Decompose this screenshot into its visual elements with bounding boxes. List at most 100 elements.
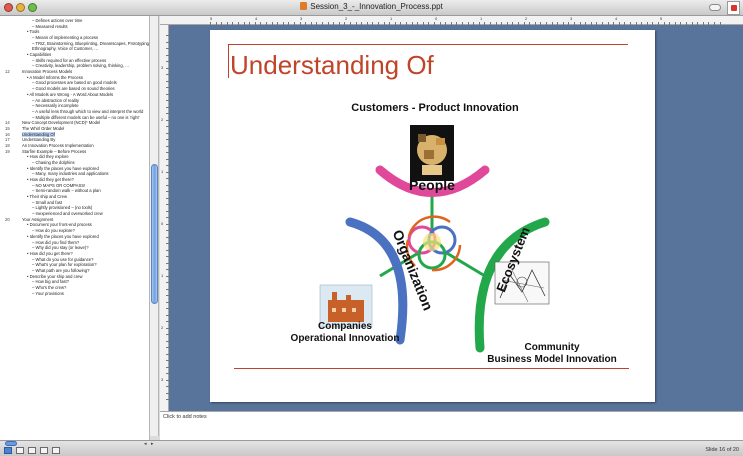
ruler-number: 3 <box>300 16 303 21</box>
outline-bullet[interactable]: – Semi-random walk – without a plan <box>32 188 101 193</box>
outline-bullet[interactable]: – Good processes are based on good model… <box>32 80 117 85</box>
outline-bullet[interactable]: • Tools <box>27 29 39 34</box>
scroll-left-arrow-icon[interactable]: ◂ <box>144 441 147 447</box>
outline-bullet[interactable]: • Their ship and Crew <box>27 194 67 199</box>
slide-canvas[interactable]: Understanding Of Customers - Product Inn… <box>210 30 655 402</box>
outline-slide-title[interactable]: New Concept Development (NCD)* Model <box>22 120 100 125</box>
outline-view-button[interactable] <box>16 447 24 454</box>
normal-view-button[interactable] <box>4 447 12 454</box>
ruler-tick <box>691 22 693 25</box>
outline-bullet[interactable]: – NO MAPS OR COMPASS! <box>32 183 85 188</box>
outline-bullet[interactable]: • How did they get there? <box>27 177 74 182</box>
outline-bullet[interactable]: – Chasing the dolphins <box>32 160 75 165</box>
ruler-tick <box>613 22 615 25</box>
outline-slide-title[interactable]: Understanding Of <box>22 131 55 137</box>
outline-bullet[interactable]: Ethnography, Voice of Customer, … <box>32 46 98 51</box>
ruler-number: 0 <box>435 16 438 21</box>
outline-slide-title[interactable]: Understanding By <box>22 137 55 142</box>
outline-bullet[interactable]: – TRIZ, Brainstorming, Blueprinting, Dre… <box>32 41 149 46</box>
outline-pane[interactable]: – Defines actions over time – Measured re… <box>0 16 150 440</box>
outline-bullet[interactable]: • Capabilities <box>27 52 51 57</box>
ruler-number: 4 <box>615 16 618 21</box>
ruler-number: 5 <box>210 16 213 21</box>
outline-bullet[interactable]: – Lightly provisioned – (no tools) <box>32 205 92 210</box>
outline-bullet[interactable]: – Creativity, leadership, problem solvin… <box>32 63 129 68</box>
outline-slide-title[interactable]: Innovation Process Models <box>22 69 72 74</box>
outline-slide-number: 14 <box>5 120 10 126</box>
outline-zoom-control[interactable] <box>5 441 17 446</box>
outline-bullet[interactable]: • Identify the places you have explored <box>27 166 99 171</box>
ruler-tick <box>166 243 169 244</box>
operational-innovation-label[interactable]: Operational Innovation <box>270 333 420 344</box>
outline-bullet[interactable]: – How do you explore? <box>32 228 75 233</box>
ruler-number: 1 <box>390 16 393 21</box>
community-label[interactable]: Community <box>472 342 632 353</box>
outline-bullet[interactable]: • A Model Informs the Process <box>27 75 83 80</box>
ruler-tick <box>166 67 169 69</box>
powerpoint-window: Session_3_-_Innovation_Process.ppt – Def… <box>0 0 743 456</box>
ruler-tick <box>467 22 469 25</box>
outline-bullet[interactable]: – Multiple different models can be usefu… <box>32 115 139 120</box>
outline-bullet[interactable]: – Necessarily incomplete <box>32 103 79 108</box>
outline-bullet[interactable]: • Document your front-end process <box>27 222 92 227</box>
outline-bullet[interactable]: – What do you use for guidance? <box>32 257 93 262</box>
scroll-right-arrow-icon[interactable]: ▸ <box>151 441 154 447</box>
outline-bullet[interactable]: – How big and fast? <box>32 279 69 284</box>
toolbar-toggle-button[interactable] <box>709 4 721 11</box>
ruler-tick <box>658 22 659 25</box>
slide-sorter-view-button[interactable] <box>28 447 36 454</box>
ruler-number: 3 <box>161 65 164 70</box>
notes-pane[interactable]: Click to add notes <box>160 411 743 440</box>
ruler-tick <box>333 22 335 25</box>
outline-slide-title[interactable]: The Whirl Order Model <box>22 126 64 131</box>
outline-scrollbar[interactable] <box>150 16 159 436</box>
outline-scroll-thumb[interactable] <box>151 164 158 304</box>
ruler-tick <box>166 353 169 355</box>
companies-label[interactable]: Companies <box>270 321 420 332</box>
title-bar[interactable]: Session_3_-_Innovation_Process.ppt <box>0 0 743 16</box>
notes-page-view-button[interactable] <box>40 447 48 454</box>
outline-bullet[interactable]: – Skills required for an effective proce… <box>32 58 106 63</box>
outline-bullet[interactable]: – Small and fast <box>32 200 62 205</box>
outline-bullet[interactable]: – A useful lens through which to view an… <box>32 109 143 114</box>
outline-bullet[interactable]: • All Models are Wrong - A Word About Mo… <box>27 92 113 97</box>
outline-bullet[interactable]: – What's your plan for exploration? <box>32 262 97 267</box>
outline-bullet[interactable]: – Means of implementing a process <box>32 35 98 40</box>
outline-bullet[interactable]: – Defines actions over time <box>32 18 83 23</box>
outline-bullet[interactable]: – Inexperienced and overworked crew <box>32 211 103 216</box>
ruler-number: 2 <box>161 325 164 330</box>
ruler-tick <box>166 158 169 160</box>
outline-bullet[interactable]: • Identify the places you have explored <box>27 234 99 239</box>
outline-bullet[interactable]: – Your provisions <box>32 291 64 296</box>
ruler-tick <box>166 93 169 95</box>
ruler-tick <box>243 22 245 25</box>
outline-bullet[interactable]: – Many, many industries and applications <box>32 171 109 176</box>
notes-placeholder[interactable]: Click to add notes <box>163 414 207 420</box>
ruler-tick <box>166 269 169 270</box>
document-icon <box>300 2 308 10</box>
outline-slide-title[interactable]: Your Assignment <box>22 217 53 222</box>
status-bar: ◂ ▸ Slide 16 of 20 <box>0 440 743 456</box>
outline-bullet[interactable]: – Measured results <box>32 24 68 29</box>
outline-bullet[interactable]: • Describe your ship and crew <box>27 274 82 279</box>
ruler-tick <box>166 191 169 192</box>
slide-show-button[interactable] <box>52 447 60 454</box>
ruler-tick <box>590 22 592 25</box>
outline-slide-title[interactable]: An Innovation Process Implementation <box>22 143 94 148</box>
ruler-tick <box>166 366 169 368</box>
outline-bullet[interactable]: • How did they explore <box>27 154 69 159</box>
ruler-tick <box>439 22 441 25</box>
outline-bullet[interactable]: – How did you find them? <box>32 240 79 245</box>
outline-slide-title[interactable]: Starfire Example – Before Process <box>22 149 86 154</box>
outline-bullet[interactable]: – Who's the crew? <box>32 285 66 290</box>
business-model-innovation-label[interactable]: Business Model Innovation <box>462 354 642 365</box>
outline-bullet[interactable]: – An abstraction of reality <box>32 98 79 103</box>
outline-bullet[interactable]: – Why did you stay (or leave)? <box>32 245 89 250</box>
ruler-tick <box>663 22 665 25</box>
outline-bullet[interactable]: • How did you get there? <box>27 251 73 256</box>
people-label[interactable]: People <box>401 177 463 193</box>
outline-bullet[interactable]: – Good models are based on sound theorie… <box>32 86 115 91</box>
ruler-tick <box>316 22 318 25</box>
ruler-number: 2 <box>345 16 348 21</box>
outline-bullet[interactable]: – What path are you following? <box>32 268 90 273</box>
